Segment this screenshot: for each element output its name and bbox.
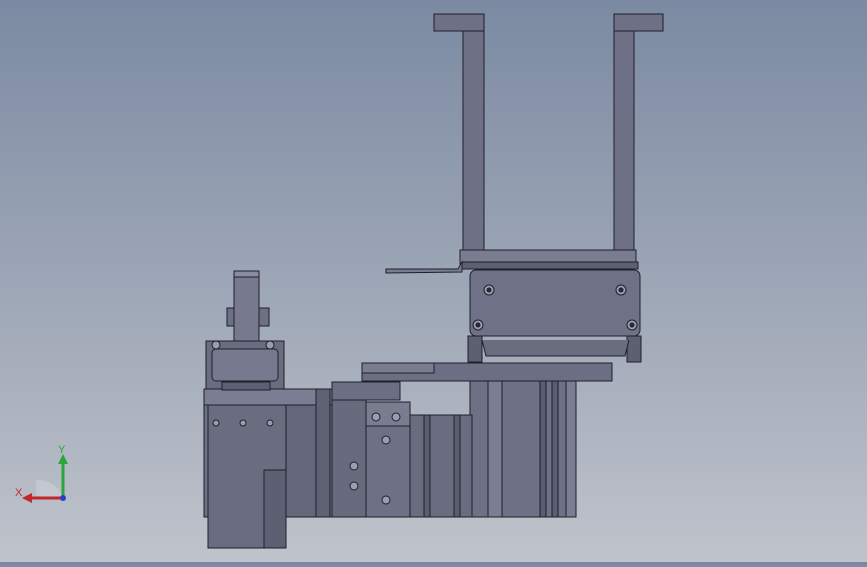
axis-triad-icon: Y X bbox=[12, 440, 82, 510]
y-axis-label: Y bbox=[58, 444, 66, 456]
x-axis-label: X bbox=[15, 487, 23, 499]
assembly-model[interactable] bbox=[0, 0, 867, 562]
gripper-finger-left bbox=[433, 13, 485, 254]
slide-body bbox=[469, 380, 577, 518]
cad-viewport[interactable]: Y X bbox=[0, 0, 867, 562]
gripper-finger-right bbox=[613, 13, 664, 254]
cylinder-block bbox=[329, 399, 473, 518]
rotary-actuator bbox=[205, 270, 285, 391]
gripper-body bbox=[467, 269, 642, 363]
mounting-bracket bbox=[203, 388, 333, 549]
